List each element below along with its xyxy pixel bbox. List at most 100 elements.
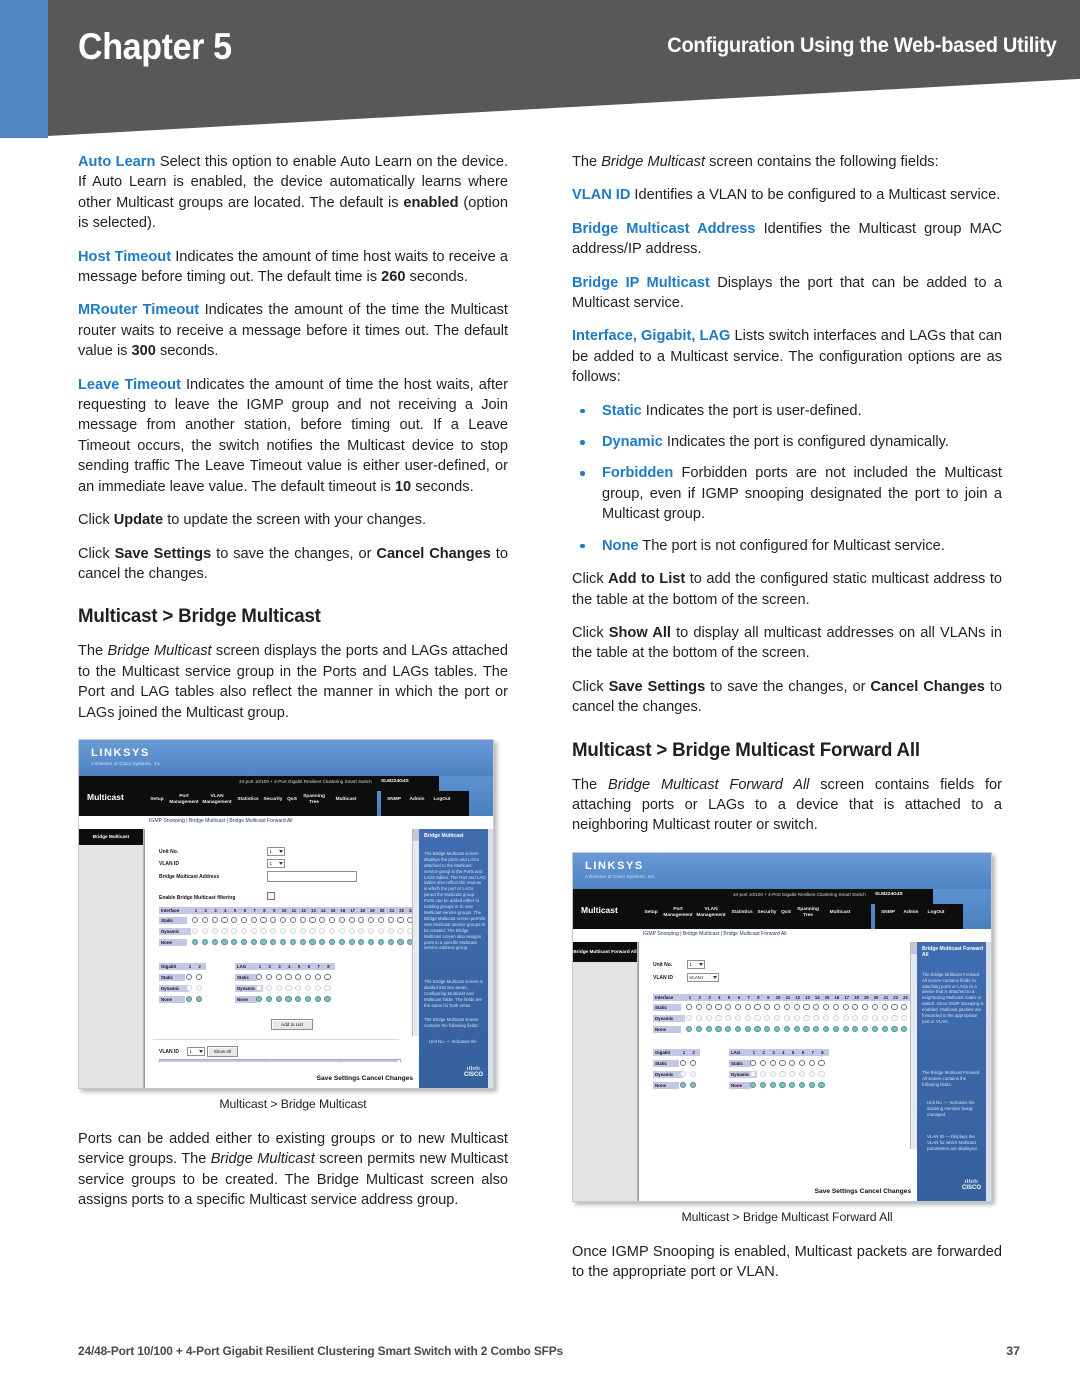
shot1-gig-radio-static[interactable] xyxy=(186,973,206,981)
shot2-help-scrollbar[interactable] xyxy=(986,941,991,1201)
shot1-menu-vlan-management[interactable]: VLAN Management xyxy=(202,794,232,806)
shot1-gig-radio-dynamic[interactable] xyxy=(186,984,206,992)
chapter-title: Chapter 5 xyxy=(78,26,232,68)
text-leave-timeout: Indicates the amount of time the host wa… xyxy=(78,376,509,495)
shot1-menu-port-management[interactable]: Port Management xyxy=(169,794,199,806)
shot1-gig-radio-none[interactable] xyxy=(186,995,206,1003)
shot2-lag-radio-dynamic[interactable] xyxy=(750,1070,828,1077)
bullet-dot-icon xyxy=(580,543,585,549)
shot2-vlan-select[interactable]: VLAN1 xyxy=(687,972,719,982)
shot2-menu-qos[interactable]: QoS xyxy=(780,910,792,916)
shot2-menu-multicast[interactable]: Multicast xyxy=(827,910,853,916)
shot1-label-bridge-multicast-address: Bridge Multicast Address xyxy=(159,873,220,880)
page-footer: 24/48-Port 10/100 + 4-Port Gigabit Resil… xyxy=(78,1344,1020,1364)
intro-pre-left: The xyxy=(78,643,108,660)
shot1-menu-multicast[interactable]: Multicast xyxy=(333,797,359,803)
para-after-figure-left: Ports can be added either to existing gr… xyxy=(78,1129,508,1211)
shot1-help-title: Bridge Multicast xyxy=(424,832,464,839)
shot1-address-input[interactable] xyxy=(267,870,357,882)
text-dynamic: Indicates the port is configured dynamic… xyxy=(662,434,949,451)
shot1-vertical-scrollbar[interactable] xyxy=(412,828,419,1036)
shot2-save-bar[interactable]: Save Settings Cancel Changes xyxy=(815,1188,911,1195)
shot2-menu-logout[interactable]: LogOut xyxy=(925,910,947,916)
click-add-bold: Add to List xyxy=(608,571,686,588)
right-intro-pre: The xyxy=(572,154,602,170)
shot2-unit-select[interactable]: 1 xyxy=(687,959,705,969)
shot2-lag-radio-none[interactable] xyxy=(750,1081,828,1088)
shot2-subnav-text[interactable]: IGMP Snooping | Bridge Multicast | Bridg… xyxy=(643,931,787,937)
shot2-menu-port-management[interactable]: Port Management xyxy=(663,907,693,919)
intro-ital-left: Bridge Multicast xyxy=(107,643,212,660)
shot2-lag-label: LAG xyxy=(729,1048,749,1056)
header-gray-band xyxy=(48,0,1080,136)
shot2-lag-radio-static[interactable] xyxy=(750,1059,828,1066)
shot1-menu-security[interactable]: Security xyxy=(262,797,284,803)
shot1-save-bar[interactable]: Save Settings Cancel Changes xyxy=(317,1075,413,1082)
shot2-radio-row-dynamic[interactable] xyxy=(686,1014,917,1021)
cisco-wordmark: CISCO xyxy=(961,1184,981,1191)
shot1-menu-setup[interactable]: Setup xyxy=(147,797,167,803)
shot2-gig-label-none: None xyxy=(653,1081,679,1089)
para-interface-gigabit-lag: Interface, Gigabit, LAG Lists switch int… xyxy=(572,326,1002,387)
shot1-add-to-list-button[interactable]: Add to List xyxy=(271,1018,313,1030)
term-bridge-ip-multicast: Bridge IP Multicast xyxy=(572,274,710,291)
shot2-menu-vlan-management[interactable]: VLAN Management xyxy=(696,907,726,919)
shot2-help-text: The Bridge Multicast Forward All screen … xyxy=(922,971,984,1024)
shot1-label-enable-filtering: Enable Bridge Multicast filtering xyxy=(159,894,236,901)
shot1-help-text-3: The Bridge Multicast screen contains the… xyxy=(424,1016,479,1028)
shot2-gig-radio-none[interactable] xyxy=(680,1081,700,1088)
shot2-vertical-scrollbar[interactable] xyxy=(910,941,917,1149)
click-save-pre-right: Click xyxy=(572,678,609,695)
shot1-menu-qos[interactable]: QoS xyxy=(286,797,298,803)
click-save-bold2-left: Cancel Changes xyxy=(376,545,491,562)
shot2-menu-statistics[interactable]: Statistics xyxy=(730,910,754,916)
cisco-logo: ıllıılı CISCO xyxy=(464,1066,483,1078)
shot1-help-scrollbar[interactable] xyxy=(488,828,493,1088)
shot2-radio-row-none[interactable] xyxy=(686,1025,917,1032)
term-static: Static xyxy=(602,402,642,419)
bold-mrouter-timeout: 300 xyxy=(131,343,156,360)
shot1-show-all-button[interactable]: Show All xyxy=(207,1045,238,1057)
shot1-lag-radio-dynamic[interactable] xyxy=(256,984,334,992)
shot1-menu-admin[interactable]: Admin xyxy=(407,797,427,803)
shot1-panel: Unit No. 1 VLAN ID 1 Bridge Multicast Ad… xyxy=(145,828,419,1062)
shot1-gigabit-numbers: 12 xyxy=(188,963,201,969)
config-options-list: Static Indicates the port is user-define… xyxy=(572,401,1002,556)
shot1-lag-radio-none[interactable] xyxy=(256,995,334,1003)
para-bridge-multicast-intro: The Bridge Multicast screen displays the… xyxy=(78,641,508,723)
fwd-intro-ital: Bridge Multicast Forward All xyxy=(607,776,810,793)
shot2-menu-snmp[interactable]: SNMP xyxy=(878,910,898,916)
shot1-left-tab[interactable]: Bridge Multicast xyxy=(79,828,143,845)
shot1-body: Unit No. 1 VLAN ID 1 Bridge Multicast Ad… xyxy=(144,828,419,1088)
shot2-left-tab[interactable]: Bridge Multicast Forward All xyxy=(573,941,637,962)
shot1-subnav-text[interactable]: IGMP Snooping | Bridge Multicast | Bridg… xyxy=(149,818,293,824)
shot1-gig-label-dynamic: Dynamic xyxy=(159,984,189,992)
shot1-radio-row-dynamic[interactable] xyxy=(192,927,419,935)
shot1-menu-logout[interactable]: LogOut xyxy=(431,797,453,803)
shot1-enable-filtering-checkbox[interactable] xyxy=(267,891,275,900)
shot1-vlanid-select-bottom[interactable]: 1 xyxy=(187,1046,205,1056)
shot2-gig-radio-static[interactable] xyxy=(680,1059,700,1066)
shot1-menu-snmp[interactable]: SNMP xyxy=(384,797,404,803)
shot2-radio-row-static[interactable] xyxy=(686,1003,917,1010)
shot1-menu-spanning-tree[interactable]: Spanning Tree xyxy=(300,794,328,806)
shot1-menu-statistics[interactable]: Statistics xyxy=(236,797,260,803)
shot2-menu-spanning-tree[interactable]: Spanning Tree xyxy=(794,907,822,919)
shot1-radio-row-static[interactable] xyxy=(192,916,419,924)
click-showall-pre: Click xyxy=(572,624,609,641)
text-vlan-id: Identifies a VLAN to be configured to a … xyxy=(630,187,1001,204)
shot1-radio-row-none[interactable] xyxy=(192,938,419,946)
para-bridge-multicast-address: Bridge Multicast Address Identifies the … xyxy=(572,219,1002,260)
shot2-menu-setup[interactable]: Setup xyxy=(641,910,661,916)
para-leave-timeout: Leave Timeout Indicates the amount of ti… xyxy=(78,375,508,497)
shot2-gig-radio-dynamic[interactable] xyxy=(680,1070,700,1077)
shot2-menu-admin[interactable]: Admin xyxy=(901,910,921,916)
para-vlan-id: VLAN ID Identifies a VLAN to be configur… xyxy=(572,185,1002,205)
shot1-lag-radio-static[interactable] xyxy=(256,973,334,981)
bold-auto-learn: enabled xyxy=(403,194,459,211)
shot2-menu-security[interactable]: Security xyxy=(756,910,778,916)
shot1-unit-select[interactable]: 1 xyxy=(267,846,285,856)
shot1-vlan-select[interactable]: 1 xyxy=(267,858,285,868)
tail-mrouter-timeout: seconds. xyxy=(155,343,219,360)
term-interface-gigabit-lag: Interface, Gigabit, LAG xyxy=(572,328,731,345)
